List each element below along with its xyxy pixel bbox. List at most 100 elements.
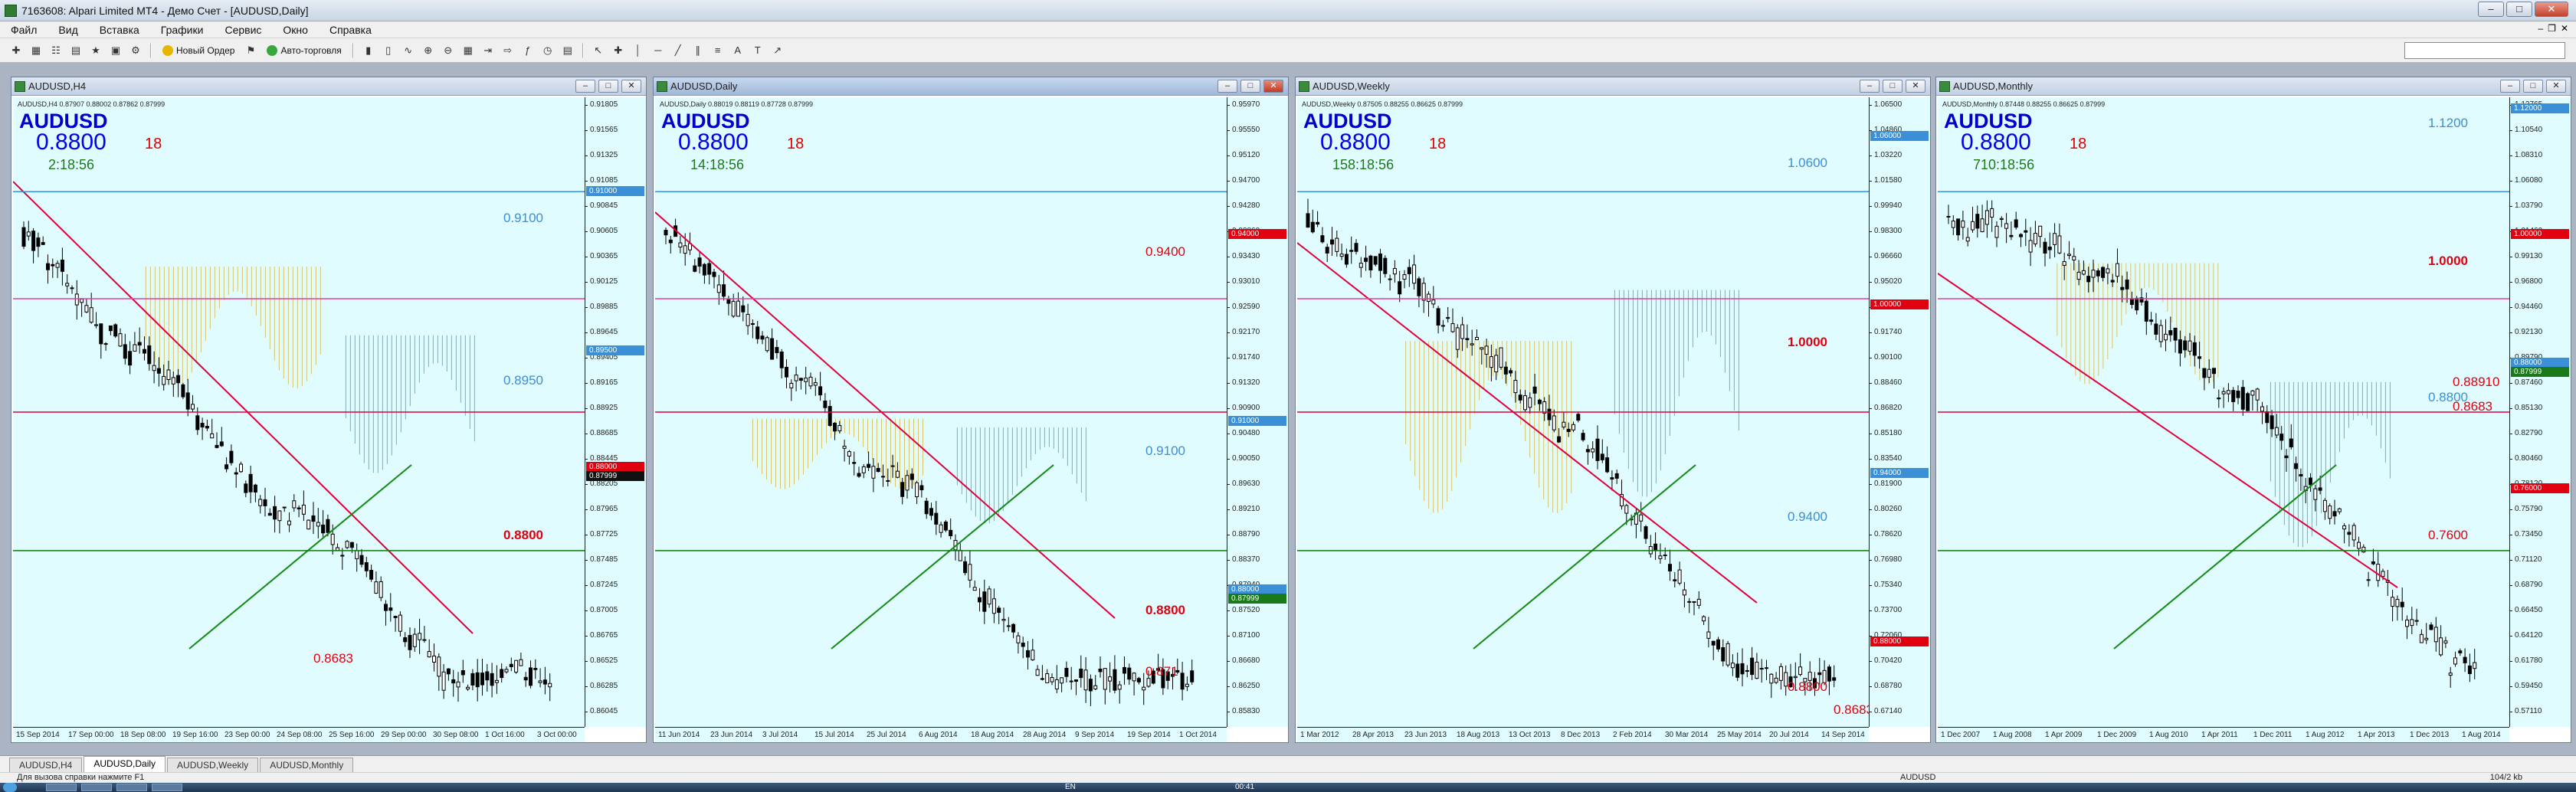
time-scale[interactable]: 11 Jun 2014 23 Jun 2014 3 Jul 2014 15 Jul 2…	[655, 727, 1227, 742]
menu-help[interactable]: Справка	[329, 24, 372, 36]
tab-audusd-h4[interactable]: AUDUSD,H4	[9, 758, 83, 772]
candle-body	[191, 404, 195, 410]
arrows-icon[interactable]: ↗	[769, 42, 786, 59]
chart-close-button[interactable]: ✕	[1263, 80, 1283, 93]
chart-window-titlebar[interactable]: AUDUSD,H4 – □ ✕	[11, 77, 646, 96]
new-chart-icon[interactable]: ✚	[8, 42, 25, 59]
taskbar-app[interactable]	[81, 784, 112, 791]
time-scale[interactable]: 1 Dec 2007 1 Aug 2008 1 Apr 2009 1 Dec 2009…	[1938, 727, 2509, 742]
chart-window-titlebar[interactable]: AUDUSD,Weekly – □ ✕	[1296, 77, 1930, 96]
cursor-icon[interactable]: ↖	[590, 42, 607, 59]
price-tag: 1.00000	[1870, 299, 1929, 309]
price-scale[interactable]: 1.06500 1.04860 1.03220 1.01580 0.99940 0.983…	[1868, 97, 1930, 727]
chart-window-daily[interactable]: AUDUSD,Daily – □ ✕ AUDUSD,Daily 0.88019 …	[653, 77, 1289, 743]
mdi-minimize-icon[interactable]: –	[2538, 23, 2543, 34]
taskbar-app[interactable]	[116, 784, 147, 791]
channel-icon[interactable]: ∥	[690, 42, 706, 59]
tester-icon[interactable]: ⚙	[127, 42, 144, 59]
menu-file[interactable]: Файл	[11, 24, 37, 36]
search-input[interactable]	[2404, 42, 2565, 59]
mdi-restore-icon[interactable]: ❐	[2548, 23, 2556, 34]
minimize-button[interactable]: –	[2478, 2, 2504, 17]
chart-plot-area[interactable]: AUDUSD,Monthly 0.87448 0.88255 0.86625 0…	[1938, 97, 2509, 727]
chart-window-monthly[interactable]: AUDUSD,Monthly – □ ✕ AUDUSD,Monthly 0.87…	[1935, 77, 2571, 743]
candle-body	[215, 444, 219, 448]
candle-body	[1098, 669, 1103, 673]
chart-close-button[interactable]: ✕	[621, 80, 641, 93]
line-chart-icon[interactable]: ∿	[400, 42, 417, 59]
chart-maximize-button[interactable]: □	[1240, 80, 1260, 93]
tab-audusd-daily[interactable]: AUDUSD,Daily	[84, 756, 166, 772]
candles-icon[interactable]: ▯	[380, 42, 397, 59]
vertical-line-icon[interactable]: │	[630, 42, 647, 59]
bar-chart-icon[interactable]: ▮	[360, 42, 377, 59]
price-scale[interactable]: 1.127651.105401.083101.060801.037901.014…	[2509, 97, 2571, 727]
periods-icon[interactable]: ◷	[539, 42, 556, 59]
templates-icon[interactable]: ▤	[559, 42, 576, 59]
chart-plot-area[interactable]: AUDUSD,H4 0.87907 0.88002 0.87862 0.8799…	[13, 97, 585, 727]
chart-minimize-button[interactable]: –	[1218, 80, 1237, 93]
chart-close-button[interactable]: ✕	[1906, 80, 1925, 93]
candle-body	[741, 305, 746, 313]
menu-window[interactable]: Окно	[283, 24, 308, 36]
level-label: 0.9400	[1788, 509, 1827, 524]
taskbar-app[interactable]	[152, 784, 182, 791]
zoom-in-icon[interactable]: ⊕	[420, 42, 437, 59]
chart-maximize-button[interactable]: □	[1883, 80, 1903, 93]
time-scale[interactable]: 15 Sep 2014 17 Sep 00:00 18 Sep 08:00 19 Se…	[13, 727, 585, 742]
indicators-icon[interactable]: ƒ	[519, 42, 536, 59]
spread-value: 18	[1429, 136, 1447, 152]
menu-charts[interactable]: Графики	[161, 24, 204, 36]
menu-view[interactable]: Вид	[58, 24, 77, 36]
chart-plot-area[interactable]: AUDUSD,Daily 0.88019 0.88119 0.87728 0.8…	[655, 97, 1227, 727]
price-tick-label: 0.85180	[1868, 429, 1903, 437]
language-indicator[interactable]: EN	[1065, 783, 1076, 791]
chart-maximize-button[interactable]: □	[2523, 80, 2543, 93]
market-watch-icon[interactable]: ☷	[48, 42, 64, 59]
chart-window-weekly[interactable]: AUDUSD,Weekly – □ ✕ AUDUSD,Weekly 0.8750…	[1295, 77, 1931, 743]
chart-window-titlebar[interactable]: AUDUSD,Daily – □ ✕	[654, 77, 1288, 96]
time-tick-label: 8 Dec 2013	[1561, 731, 1601, 739]
horizontal-line-icon[interactable]: ─	[650, 42, 667, 59]
time-scale[interactable]: 1 Mar 2012 28 Apr 2013 23 Jun 2013 18 Aug 2…	[1297, 727, 1869, 742]
fibonacci-icon[interactable]: ≡	[710, 42, 726, 59]
trendline-icon[interactable]: ╱	[670, 42, 687, 59]
maximize-button[interactable]: □	[2506, 2, 2532, 17]
candle-body	[664, 230, 668, 236]
candle-body	[2322, 499, 2327, 512]
auto-trading-button[interactable]: Авто-торговля	[262, 42, 346, 59]
chart-plot-area[interactable]: AUDUSD,Weekly 0.87505 0.88255 0.86625 0.…	[1297, 97, 1869, 727]
chart-window-titlebar[interactable]: AUDUSD,Monthly – □ ✕	[1936, 77, 2571, 96]
candle-body	[1142, 686, 1146, 691]
menu-tools[interactable]: Сервис	[224, 24, 261, 36]
navigator-icon[interactable]: ★	[87, 42, 104, 59]
terminal-icon[interactable]: ▣	[107, 42, 124, 59]
profiles-icon[interactable]: ▦	[28, 42, 44, 59]
text-icon[interactable]: A	[729, 42, 746, 59]
label-icon[interactable]: T	[749, 42, 766, 59]
zoom-out-icon[interactable]: ⊖	[440, 42, 457, 59]
new-order-button[interactable]: Новый Ордер	[158, 42, 239, 59]
chart-shift-icon[interactable]: ⇥	[480, 42, 497, 59]
experts-icon[interactable]: ⚑	[242, 42, 259, 59]
candle-body	[1774, 677, 1778, 683]
data-window-icon[interactable]: ▤	[67, 42, 84, 59]
crosshair-icon[interactable]: ✚	[610, 42, 627, 59]
taskbar-app[interactable]	[46, 784, 77, 791]
auto-scroll-icon[interactable]: ⇨	[500, 42, 516, 59]
menu-insert[interactable]: Вставка	[100, 24, 139, 36]
chart-window-h4[interactable]: AUDUSD,H4 – □ ✕ AUDUSD,H4 0.87907 0.8800…	[11, 77, 647, 743]
chart-minimize-button[interactable]: –	[575, 80, 595, 93]
price-scale[interactable]: 0.91805 0.91565 0.91325 0.91085 0.90845 0.906…	[584, 97, 646, 727]
start-button[interactable]	[3, 783, 17, 792]
chart-minimize-button[interactable]: –	[1860, 80, 1880, 93]
price-scale[interactable]: 0.959700.955500.951200.947000.942800.938…	[1226, 97, 1288, 727]
close-button[interactable]: ✕	[2535, 2, 2568, 17]
chart-close-button[interactable]: ✕	[2546, 80, 2566, 93]
tab-audusd-monthly[interactable]: AUDUSD,Monthly	[260, 758, 354, 772]
tab-audusd-weekly[interactable]: AUDUSD,Weekly	[167, 758, 259, 772]
chart-minimize-button[interactable]: –	[2500, 80, 2520, 93]
mdi-close-icon[interactable]: ✕	[2561, 23, 2568, 34]
chart-maximize-button[interactable]: □	[598, 80, 618, 93]
tile-windows-icon[interactable]: ▦	[460, 42, 477, 59]
